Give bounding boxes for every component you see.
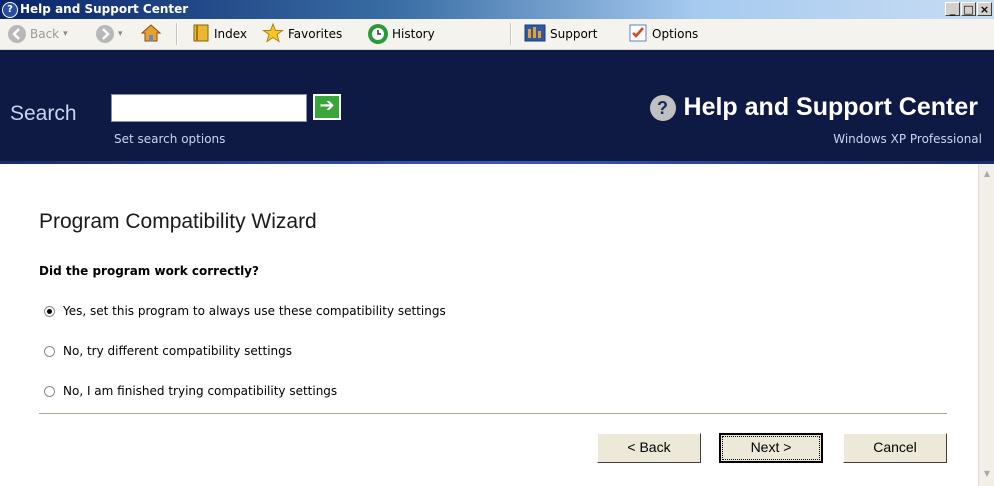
header-title-text: Help and Support Center bbox=[683, 93, 978, 121]
go-arrow-icon[interactable]: ➔ bbox=[313, 94, 341, 120]
toolbar-separator bbox=[176, 23, 178, 45]
options-button[interactable]: Options bbox=[628, 24, 698, 44]
window-title: Help and Support Center bbox=[20, 2, 189, 16]
option-try-different-label: No, try different compatibility settings bbox=[63, 344, 293, 358]
maximize-button[interactable]: □ bbox=[961, 2, 976, 16]
index-label: Index bbox=[214, 27, 248, 41]
scroll-up-icon[interactable]: ▲ bbox=[981, 168, 993, 180]
vertical-scrollbar[interactable]: ▲ ▼ bbox=[978, 164, 994, 486]
page-title: Program Compatibility Wizard bbox=[39, 210, 317, 233]
option-try-different[interactable]: No, try different compatibility settings bbox=[44, 344, 292, 358]
help-icon: ? bbox=[2, 2, 18, 18]
minimize-button[interactable]: _ bbox=[945, 2, 960, 16]
divider bbox=[39, 413, 947, 415]
history-label: History bbox=[392, 27, 435, 41]
options-label: Options bbox=[652, 27, 699, 41]
help-icon: ? bbox=[649, 94, 676, 121]
set-search-options-link[interactable]: Set search options bbox=[114, 132, 225, 146]
support-icon bbox=[524, 23, 546, 46]
history-button[interactable]: History bbox=[368, 24, 435, 44]
header-divider bbox=[0, 161, 994, 164]
cancel-button[interactable]: Cancel bbox=[843, 433, 947, 463]
option-finished[interactable]: No, I am finished trying compatibility s… bbox=[44, 384, 337, 398]
star-icon bbox=[261, 22, 285, 46]
toolbar: Back ▾ ▾ Index Favorites History Support… bbox=[0, 19, 994, 50]
support-label: Support bbox=[550, 27, 598, 41]
toolbar-separator bbox=[510, 23, 512, 45]
favorites-label: Favorites bbox=[288, 27, 343, 41]
option-yes[interactable]: Yes, set this program to always use thes… bbox=[44, 304, 446, 318]
back-label: Back bbox=[30, 27, 60, 41]
question-heading: Did the program work correctly? bbox=[39, 264, 259, 278]
forward-button[interactable]: ▾ bbox=[96, 24, 123, 44]
close-button[interactable]: × bbox=[977, 2, 992, 16]
back-button[interactable]: < Back bbox=[597, 433, 701, 463]
radio-try-different[interactable] bbox=[44, 345, 55, 357]
forward-dropdown-icon[interactable]: ▾ bbox=[118, 29, 123, 39]
back-button[interactable]: Back ▾ bbox=[8, 24, 68, 44]
next-button[interactable]: Next > bbox=[719, 433, 823, 463]
scroll-down-icon[interactable]: ▼ bbox=[981, 468, 993, 480]
book-icon bbox=[192, 23, 210, 46]
option-yes-label: Yes, set this program to always use thes… bbox=[63, 304, 446, 318]
home-button[interactable] bbox=[140, 23, 162, 46]
back-arrow-icon bbox=[8, 25, 26, 43]
favorites-button[interactable]: Favorites bbox=[261, 22, 343, 46]
option-finished-label: No, I am finished trying compatibility s… bbox=[63, 384, 338, 398]
index-button[interactable]: Index bbox=[192, 24, 247, 44]
search-header: Search ➔ Set search options ? Help and S… bbox=[0, 80, 994, 164]
history-icon bbox=[368, 24, 388, 44]
title-bar: ? Help and Support Center _ □ × bbox=[0, 0, 994, 19]
home-icon bbox=[140, 23, 162, 46]
search-input[interactable] bbox=[111, 94, 307, 122]
header-subtitle: Windows XP Professional bbox=[833, 132, 982, 146]
header-title: ? Help and Support Center bbox=[649, 93, 978, 122]
checklist-icon bbox=[628, 23, 648, 46]
radio-yes[interactable] bbox=[44, 305, 55, 317]
search-label: Search bbox=[10, 102, 77, 125]
back-dropdown-icon[interactable]: ▾ bbox=[63, 29, 68, 39]
forward-arrow-icon bbox=[96, 25, 114, 43]
header-top-band bbox=[0, 50, 994, 80]
support-button[interactable]: Support bbox=[524, 24, 597, 44]
radio-finished[interactable] bbox=[44, 385, 55, 397]
